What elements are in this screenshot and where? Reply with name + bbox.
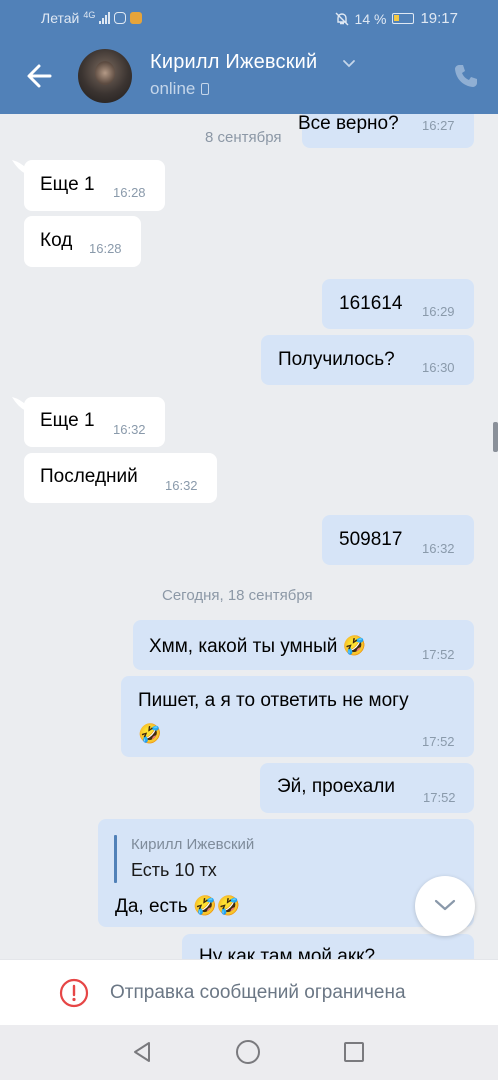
- status-bar: Летай 4G 14 % 19:17: [0, 0, 498, 36]
- message-outgoing[interactable]: Получилось? 16:30: [261, 335, 474, 385]
- message-text: Пишет, а я то ответить не могу: [138, 690, 409, 711]
- message-text: Еще 1: [40, 174, 95, 195]
- message-emoji: 🤣: [138, 724, 162, 745]
- message-time: 16:29: [422, 304, 455, 319]
- network-label: 4G: [83, 10, 96, 20]
- instagram-icon: [114, 12, 127, 24]
- gallery-icon: [130, 12, 143, 24]
- message-text: Все верно?: [298, 114, 399, 134]
- message-text: Еще 1: [40, 410, 95, 431]
- warning-circle-icon: [59, 978, 89, 1008]
- message-text: 161614: [339, 293, 403, 314]
- message-text: Последний: [40, 466, 138, 487]
- restriction-banner: Отправка сообщений ограничена: [0, 959, 498, 1025]
- online-label: online: [150, 79, 196, 98]
- battery-percent: 14 %: [354, 10, 387, 27]
- message-time: 16:27: [422, 118, 455, 133]
- mobile-icon: [201, 83, 210, 95]
- carrier-label: Летай: [41, 10, 80, 26]
- message-time: 16:28: [113, 185, 146, 200]
- message-time: 17:52: [422, 647, 455, 662]
- system-nav-bar: [0, 1025, 498, 1080]
- online-status: online: [150, 79, 210, 99]
- message-text: Хмм, какой ты умный 🤣: [149, 636, 367, 657]
- home-circle-icon[interactable]: [236, 1040, 260, 1064]
- message-text: Эй, проехали: [277, 776, 395, 797]
- reply-text: Есть 10 тх: [131, 860, 217, 880]
- date-separator: 8 сентября: [205, 129, 282, 146]
- app-header: Летай 4G 14 % 19:17 Кирилл Ижевский onli…: [0, 0, 498, 114]
- message-outgoing[interactable]: 509817 16:32: [322, 515, 474, 565]
- message-time: 16:32: [422, 541, 455, 556]
- recents-square-icon[interactable]: [344, 1042, 364, 1062]
- chevron-down-icon[interactable]: [342, 56, 356, 70]
- restriction-text: Отправка сообщений ограничена: [110, 982, 406, 1003]
- message-time: 16:30: [422, 360, 455, 375]
- contact-name[interactable]: Кирилл Ижевский: [150, 51, 317, 74]
- clock: 19:17: [420, 10, 458, 27]
- back-triangle-icon[interactable]: [130, 1040, 154, 1064]
- reply-author[interactable]: Кирилл Ижевский: [131, 836, 254, 853]
- avatar[interactable]: [78, 49, 132, 103]
- message-outgoing[interactable]: Пишет, а я то ответить не могу 🤣 17:52: [121, 676, 474, 757]
- message-incoming[interactable]: Еще 1 16:32: [24, 397, 165, 447]
- chat-area[interactable]: Все верно? 16:27 8 сентября Еще 1 16:28 …: [0, 114, 498, 959]
- message-incoming[interactable]: Код 16:28: [24, 216, 141, 267]
- message-text: Код: [40, 230, 73, 251]
- mute-bell-icon: [335, 12, 349, 25]
- reply-quote-bar: [114, 835, 117, 883]
- arrow-left-icon: [27, 64, 52, 88]
- scrollbar-thumb[interactable]: [493, 422, 498, 452]
- message-outgoing[interactable]: Ну как там мой акк?: [182, 934, 474, 959]
- message-incoming[interactable]: Последний 16:32: [24, 453, 217, 503]
- message-text: Ну как там мой акк?: [199, 946, 376, 959]
- message-outgoing[interactable]: Все верно? 16:27: [298, 114, 474, 148]
- signal-icon: [99, 12, 111, 24]
- battery-icon: [392, 13, 415, 24]
- scroll-down-button[interactable]: [415, 876, 475, 936]
- phone-call-icon[interactable]: [452, 62, 480, 90]
- chevron-down-icon: [434, 899, 456, 911]
- message-outgoing[interactable]: Хмм, какой ты умный 🤣 17:52: [133, 620, 474, 670]
- message-time: 16:28: [89, 241, 122, 256]
- date-separator: Сегодня, 18 сентября: [162, 587, 313, 604]
- message-text: Да, есть 🤣🤣: [115, 896, 241, 917]
- message-outgoing[interactable]: Эй, проехали 17:52: [260, 763, 474, 813]
- back-button[interactable]: [22, 58, 58, 94]
- message-time: 17:52: [422, 734, 455, 749]
- message-incoming[interactable]: Еще 1 16:28: [24, 160, 165, 211]
- message-text: 509817: [339, 529, 403, 550]
- message-time: 16:32: [165, 478, 198, 493]
- message-time: 16:32: [113, 422, 146, 437]
- message-outgoing[interactable]: 161614 16:29: [322, 279, 474, 329]
- message-time: 17:52: [423, 790, 456, 805]
- message-text: Получилось?: [278, 349, 395, 370]
